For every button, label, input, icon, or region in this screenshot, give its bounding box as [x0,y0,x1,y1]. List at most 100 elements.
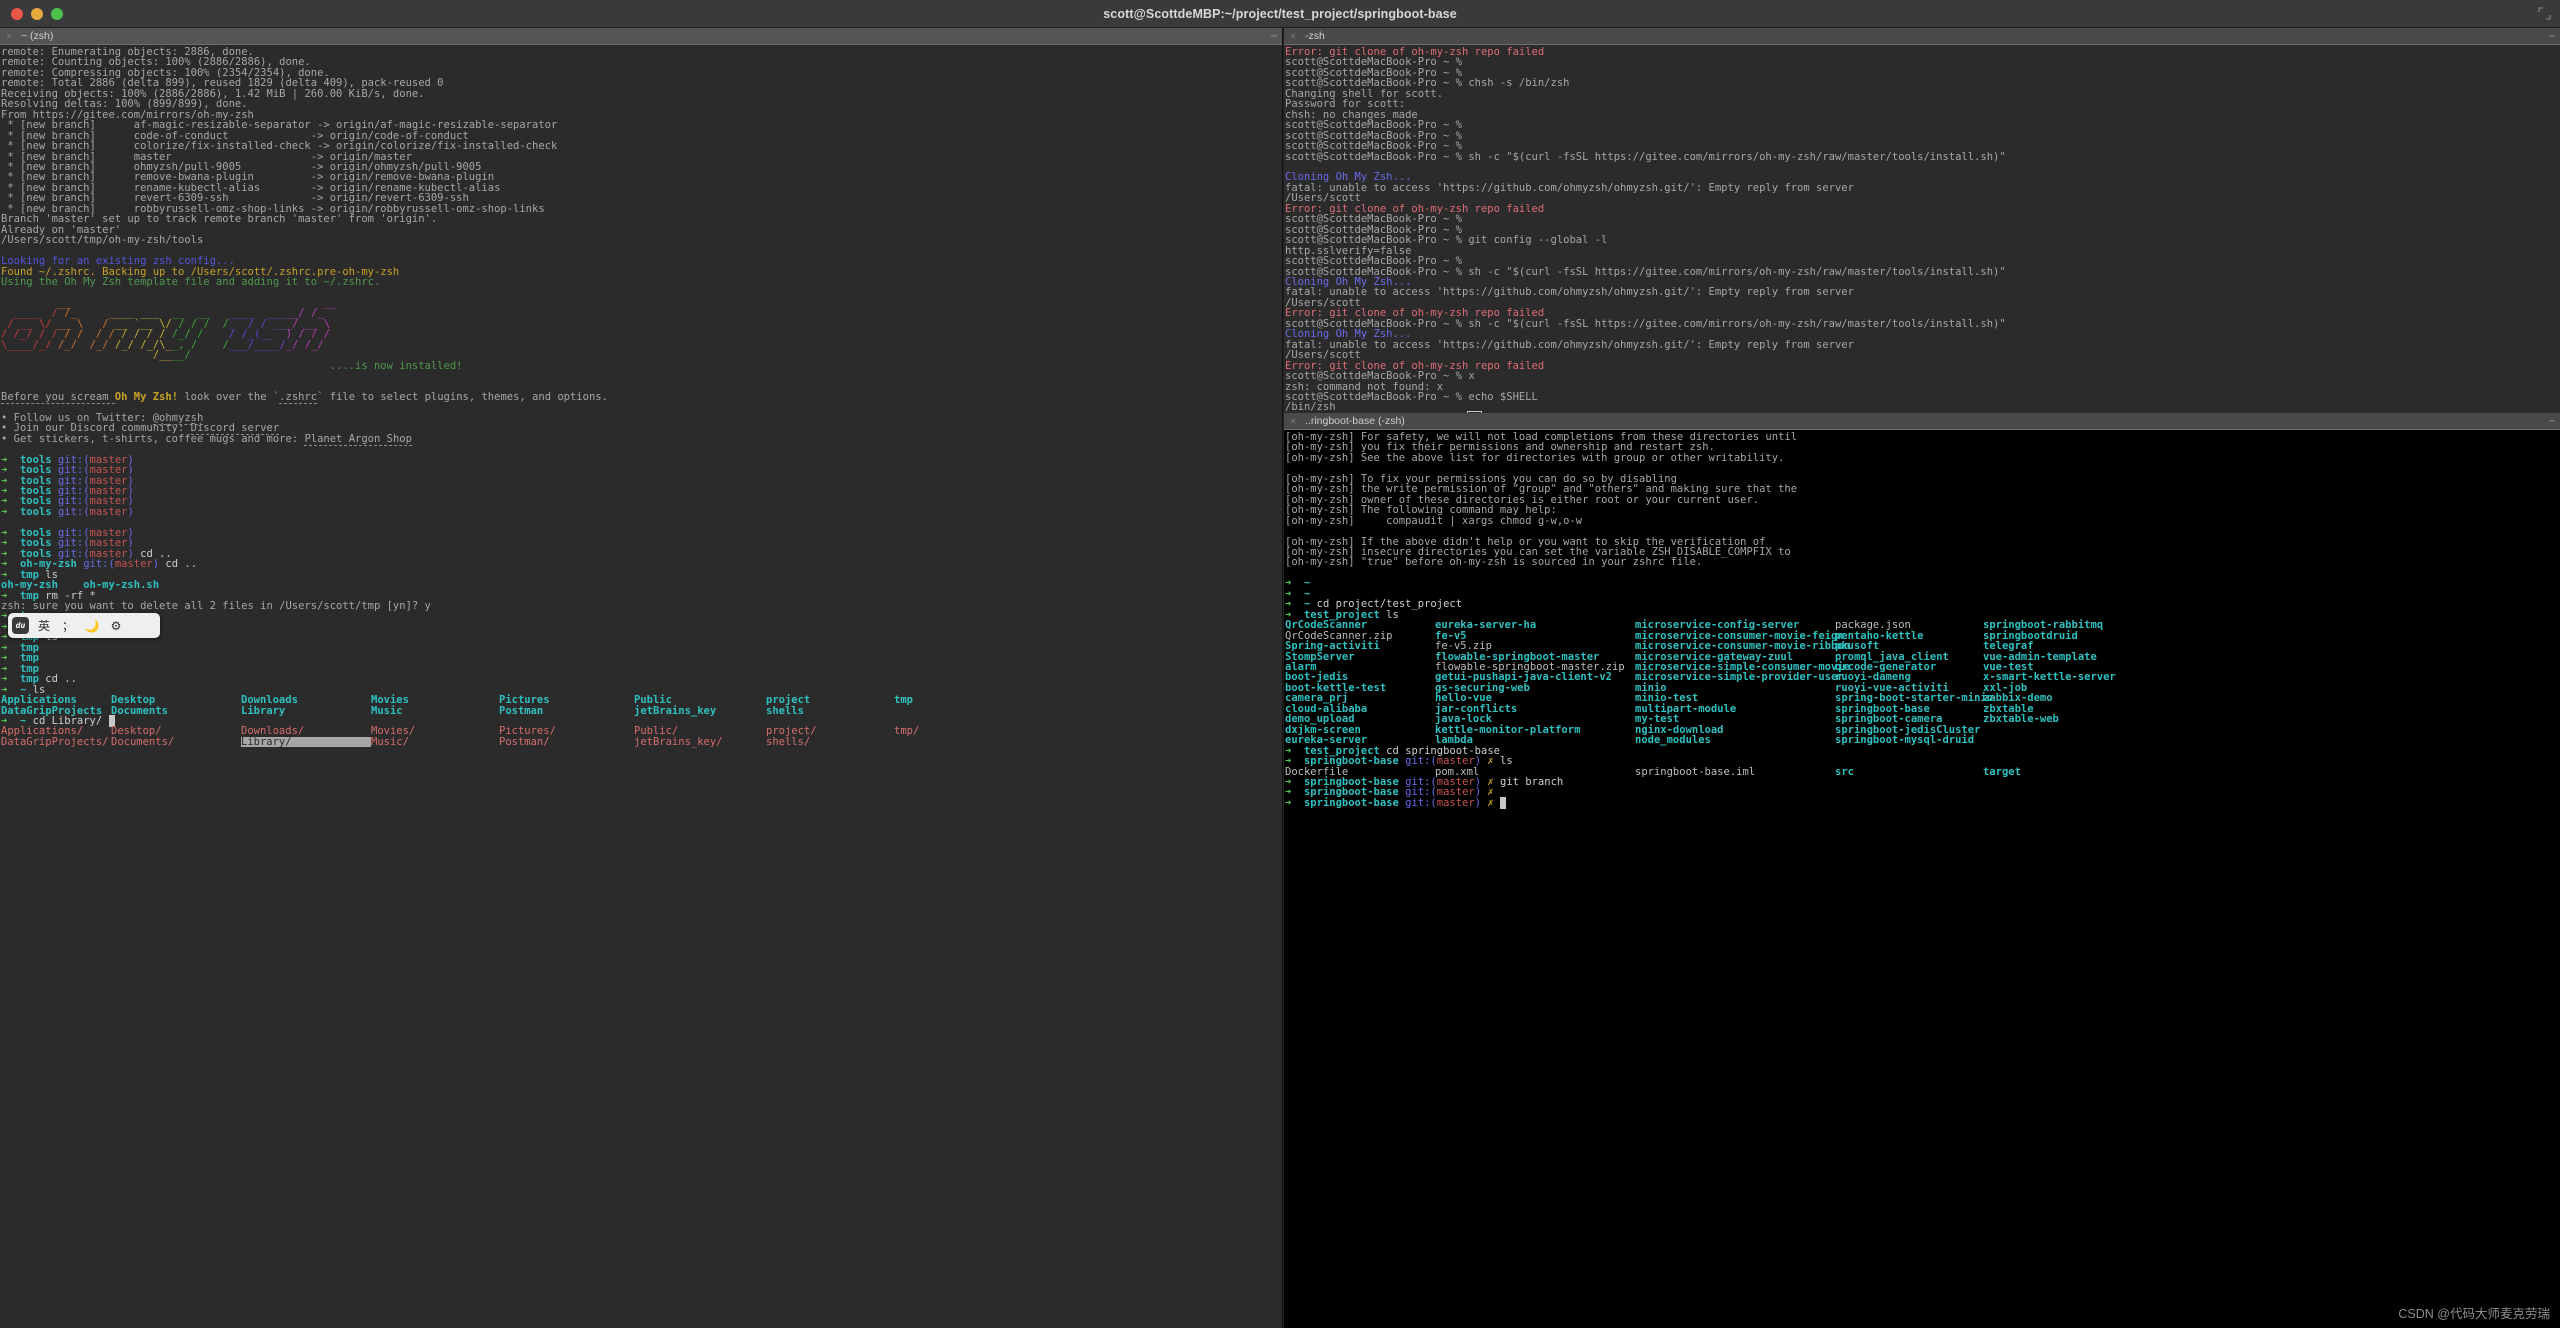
prompt-line: ➜ tools git:(master) [1,474,134,487]
prompt-line: scott@ScottdeMacBook-Pro ~ % [1285,56,1463,69]
ime-floating-toolbar[interactable]: du 英 ； 🌙 ⚙ [8,613,160,638]
prompt-line: ➜ tmp [1,611,1282,622]
omz-warning-line: [oh-my-zsh] See the above list for direc… [1285,451,1785,464]
ls-entry: src [1835,765,1854,778]
pane-right-top-body[interactable]: Error: git clone of oh-my-zsh repo faile… [1284,45,2560,413]
ls-entry: springboot-base.iml [1635,765,1756,778]
prompt-line: ➜ springboot-base git:(master) ✗ [1285,796,2560,809]
completion-item-selected[interactable]: Library/ [241,736,371,747]
prompt-line: ➜ tools git:(master) [1,505,134,518]
close-icon[interactable]: ✕ [6,31,15,42]
ls-output-line: oh-my-zsh oh-my-zsh.sh [1,579,160,592]
menu-icon[interactable]: ⋯ [2549,31,2555,42]
git-output-line: Branch 'master' set up to track remote b… [1,213,438,226]
prompt-line: scott@ScottdeMacBook-Pro ~ % [1285,213,1463,226]
install-status-line: Using the Oh My Zsh template file and ad… [1,275,381,288]
prompt-line: ➜ tools git:(master) [1,464,134,477]
ime-lang-button[interactable]: 英 [32,615,56,636]
pane-right-bottom-header: ✕ ..ringboot-base (-zsh) ⋯ [1284,413,2560,430]
pane-left-tab-title: ~ (zsh) [21,30,54,42]
prompt-line: scott@ScottdeMacBook-Pro ~ % chsh -s /bi… [1285,77,1570,90]
gear-icon[interactable]: ⚙ [104,615,128,636]
window-title: scott@ScottdeMBP:~/project/test_project/… [1103,6,1457,21]
prompt-line: ➜ tmp [1,622,1282,633]
prompt-line: ➜ tmp [1,662,39,675]
prompt-line: ➜ tools git:(master) [1,453,134,466]
menu-icon[interactable]: ⋯ [2549,416,2555,427]
ime-punct-button[interactable]: ； [56,615,80,636]
ls-row: Spring-activiti fe-v5.zip microservice-con… [1285,640,2560,653]
pane-left[interactable]: ✕ ~ (zsh) ⋯ remote: Enumerating objects:… [0,28,1283,1328]
output-line: Changing shell for scott. [1285,87,1444,100]
error-line: Error: git clone of oh-my-zsh repo faile… [1285,46,1545,58]
ls-entry: zbxtable-web [1983,713,2059,726]
prompt-line: scott@ScottdeMacBook-Pro ~ % x [1285,370,1475,383]
prompt-line: scott@ScottdeMacBook-Pro ~ % sh -c "$(cu… [1285,317,2006,330]
prompt-arrow-icon: ➜ [1285,796,1298,809]
completion-row: DataGripProjects/Documents/Library/Music… [1,736,1282,747]
prompt-line: ➜ tmp [1,641,39,654]
prompt-line: ➜ tools git:(master) [1,526,134,539]
close-icon[interactable]: ✕ [1290,31,1299,42]
ls-entry: target [1983,765,2021,778]
omz-warning-line: [oh-my-zsh] "true" before oh-my-zsh is s… [1285,556,1703,569]
prompt-line: scott@ScottdeMacBook-Pro ~ % sh -c "$(cu… [1285,150,2006,163]
error-line: Error: git clone of oh-my-zsh repo faile… [1285,359,1545,372]
prompt-line: scott@ScottdeMacBook-Pro ~ % git config … [1285,234,1608,247]
ls-entry: telegraf [1983,640,2034,653]
prompt-line: scott@ScottdeMacBook-Pro ~ % [1285,119,1463,132]
close-icon[interactable]: ✕ [1290,416,1299,427]
completion-item[interactable]: tmp/ [894,726,1014,737]
ls-entry: Spring-activiti [1285,640,1380,653]
pane-right-top[interactable]: ✕ -zsh ⋯ Error: git clone of oh-my-zsh r… [1284,28,2560,413]
pane-left-header: ✕ ~ (zsh) ⋯ [0,28,1282,45]
ls-entry: springboot-mysql-druid [1835,734,1975,747]
prompt-line: ➜ tools git:(master) [1,537,134,550]
title-bar: scott@ScottdeMBP:~/project/test_project/… [0,0,2560,28]
pane-left-body[interactable]: remote: Enumerating objects: 2886, done.… [0,45,1282,747]
git-output-line: /Users/scott/tmp/oh-my-zsh/tools [1,234,204,247]
prompt-line: ➜ tmp cd .. [1,673,77,686]
moon-icon[interactable]: 🌙 [80,615,104,636]
output-line: fatal: unable to access 'https://github.… [1285,338,1854,351]
pane-right-bottom[interactable]: ✕ ..ringboot-base (-zsh) ⋯ [oh-my-zsh] F… [1284,413,2560,1328]
pane-right-top-header: ✕ -zsh ⋯ [1284,28,2560,45]
rm-confirm-line: zsh: sure you want to delete all 2 files… [1,600,431,613]
prompt-line: ➜ tools git:(master) [1,485,134,498]
completion-item[interactable]: jetBrains_key/ [634,736,766,747]
post-install-headline: Before you scream Oh My Zsh! look over t… [1,390,608,404]
completion-item[interactable]: Documents/ [111,736,241,747]
prompt-line: ➜ tmp [1,652,39,665]
prompt-line: scott@ScottdeMacBook-Pro ~ % echo $SHELL [1285,390,1538,403]
prompt-line: ➜ springboot-base git:(master) ✗ ls [1285,755,1513,768]
ls-entry: node_modules [1635,734,1711,747]
ls-entry: fe-v5.zip [1435,640,1492,653]
output-line: http.sslverify=false [1285,244,1412,257]
ls-entry: pkusoft [1835,640,1880,653]
omz-warning-line: [oh-my-zsh] compaudit | xargs chmod g-w,… [1285,514,1583,527]
menu-icon[interactable]: ⋯ [1271,31,1277,42]
pane-right-bottom-tab-title: ..ringboot-base (-zsh) [1305,415,1405,427]
completion-item[interactable]: shells/ [766,736,894,747]
expand-icon[interactable] [2538,7,2551,20]
prompt-line: ➜ ~ cd project/test_project [1285,598,1463,611]
output-line: fatal: unable to access 'https://github.… [1285,181,1854,194]
completion-item[interactable]: DataGripProjects/ [1,736,111,747]
ls-home-row: DataGripProjects Documents Library Music Pos… [1,704,804,717]
completion-item[interactable]: Music/ [371,736,499,747]
output-line: chsh: no changes made [1285,108,1418,121]
prompt-line: scott@ScottdeMacBook-Pro ~ % sh -c "$(cu… [1285,265,2006,278]
ls-home-row: Applications Desktop Downloads Movies Pictur… [1,694,913,707]
output-line: Password for scott: [1285,98,1406,111]
pane-right-bottom-body[interactable]: [oh-my-zsh] For safety, we will not load… [1284,430,2560,809]
error-line: Error: git clone of oh-my-zsh repo faile… [1285,202,1545,215]
output-line: fatal: unable to access 'https://github.… [1285,286,1854,299]
installed-note: ....is now installed! [1,359,463,372]
ime-logo-icon[interactable]: du [12,617,29,634]
completion-item[interactable]: Postman/ [499,736,634,747]
prompt-line: ➜ ~ [1285,587,1311,600]
prompt-line: ➜ tmp ls [1,632,1282,643]
